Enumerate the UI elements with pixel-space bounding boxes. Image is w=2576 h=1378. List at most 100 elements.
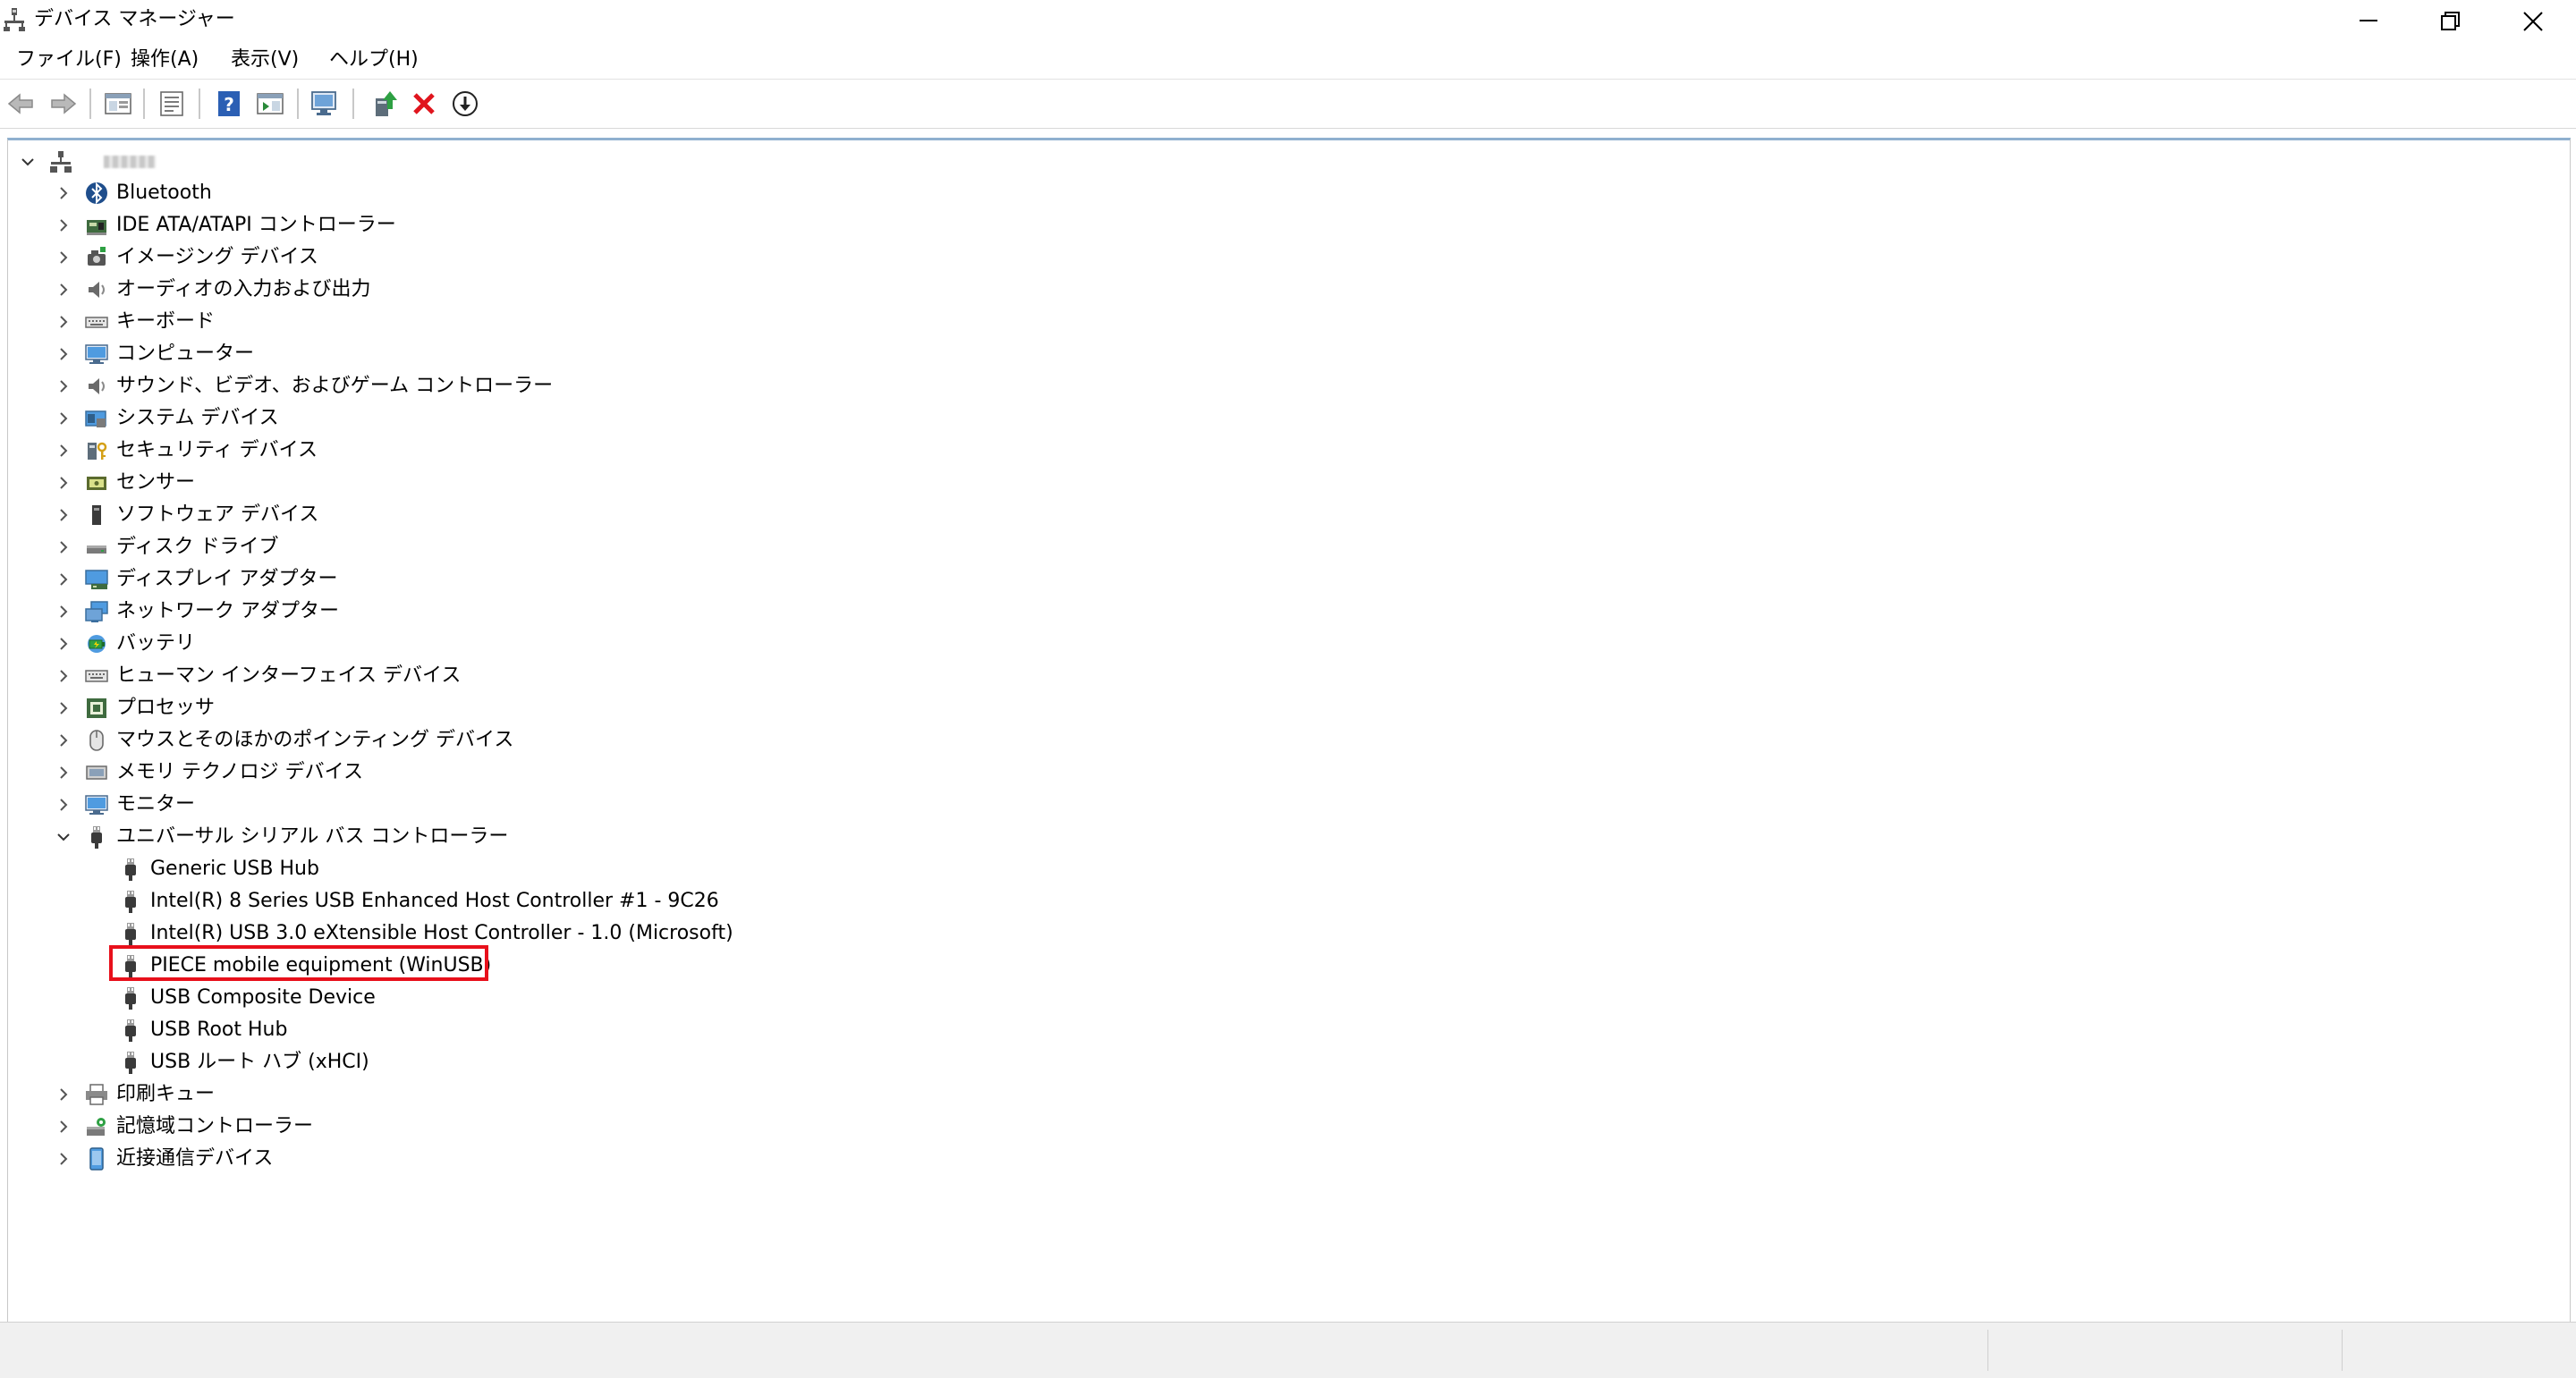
tree-device-1[interactable]: Intel(R) 8 Series USB Enhanced Host Cont… bbox=[54, 886, 1127, 917]
tree-category-21[interactable]: 印刷キュー bbox=[54, 1079, 1127, 1110]
back-arrow-icon[interactable] bbox=[5, 88, 38, 120]
chevron-right-icon[interactable] bbox=[54, 1112, 73, 1142]
uninstall-device-icon[interactable] bbox=[408, 88, 440, 120]
chevron-right-icon[interactable] bbox=[54, 1079, 73, 1110]
chevron-right-icon[interactable] bbox=[54, 275, 73, 305]
chevron-right-icon[interactable] bbox=[54, 210, 73, 241]
tree-category-17[interactable]: マウスとそのほかのポインティング デバイス bbox=[54, 725, 1127, 756]
speaker-icon bbox=[84, 374, 109, 399]
tree-category-2[interactable]: イメージング デバイス bbox=[54, 242, 1127, 273]
tree-category-22[interactable]: 記憶域コントローラー bbox=[54, 1112, 1127, 1142]
chevron-right-icon[interactable] bbox=[54, 725, 73, 756]
status-cell bbox=[1987, 1330, 2343, 1371]
computer-root-icon bbox=[48, 149, 73, 174]
tree-category-6[interactable]: サウンド、ビデオ、およびゲーム コントローラー bbox=[54, 371, 1127, 402]
device-label: Generic USB Hub bbox=[150, 858, 319, 880]
category-label: マウスとそのほかのポインティング デバイス bbox=[116, 729, 514, 751]
chevron-down-icon[interactable] bbox=[54, 822, 73, 852]
device-label: USB Composite Device bbox=[150, 986, 376, 1009]
chevron-right-icon[interactable] bbox=[54, 435, 73, 466]
chevron-right-icon[interactable] bbox=[54, 242, 73, 273]
usb-icon bbox=[84, 824, 109, 850]
chevron-right-icon[interactable] bbox=[54, 371, 73, 402]
enable-device-icon[interactable] bbox=[449, 88, 481, 120]
forward-arrow-icon[interactable] bbox=[47, 88, 79, 120]
processor-icon bbox=[84, 696, 109, 721]
chevron-down-icon[interactable] bbox=[18, 147, 38, 177]
chevron-right-icon[interactable] bbox=[54, 661, 73, 691]
tree-category-20[interactable]: ユニバーサル シリアル バス コントローラー bbox=[54, 822, 1127, 852]
help-icon[interactable]: ? bbox=[213, 88, 245, 120]
tree-device-2[interactable]: Intel(R) USB 3.0 eXtensible Host Control… bbox=[54, 918, 1127, 949]
action-pane-icon[interactable] bbox=[254, 88, 286, 120]
console-tree-icon[interactable] bbox=[102, 88, 134, 120]
tree-category-16[interactable]: プロセッサ bbox=[54, 693, 1127, 723]
minimize-button[interactable] bbox=[2327, 0, 2410, 41]
tree-device-4[interactable]: USB Composite Device bbox=[54, 983, 1127, 1013]
ide-controller-icon bbox=[84, 213, 109, 238]
menu-view[interactable]: 表示(V) bbox=[229, 45, 301, 75]
chevron-right-icon[interactable] bbox=[54, 629, 73, 659]
chevron-right-icon[interactable] bbox=[54, 500, 73, 530]
print-queue-icon bbox=[84, 1082, 109, 1107]
chevron-right-icon[interactable] bbox=[54, 403, 73, 434]
tree-category-14[interactable]: バッテリ bbox=[54, 629, 1127, 659]
tree-category-7[interactable]: システム デバイス bbox=[54, 403, 1127, 434]
chevron-right-icon[interactable] bbox=[54, 757, 73, 788]
restore-button[interactable] bbox=[2410, 0, 2492, 41]
imaging-device-icon bbox=[84, 245, 109, 270]
tree-category-13[interactable]: ネットワーク アダプター bbox=[54, 596, 1127, 627]
chevron-right-icon[interactable] bbox=[54, 1144, 73, 1174]
root-name-redacted bbox=[104, 147, 156, 178]
tree-category-18[interactable]: メモリ テクノロジ デバイス bbox=[54, 757, 1127, 788]
chevron-right-icon[interactable] bbox=[54, 307, 73, 337]
chevron-right-icon[interactable] bbox=[54, 178, 73, 208]
tree-category-0[interactable]: Bluetooth bbox=[54, 178, 1127, 208]
status-bar bbox=[0, 1322, 2576, 1378]
menu-file[interactable]: ファイル(F) bbox=[14, 45, 123, 75]
chevron-right-icon[interactable] bbox=[54, 532, 73, 562]
category-label: ネットワーク アダプター bbox=[116, 600, 339, 622]
update-driver-icon[interactable] bbox=[369, 88, 401, 120]
category-label: メモリ テクノロジ デバイス bbox=[116, 761, 364, 783]
mouse-icon bbox=[84, 728, 109, 753]
properties-icon[interactable] bbox=[156, 88, 188, 120]
tree-category-5[interactable]: コンピューター bbox=[54, 339, 1127, 369]
chevron-right-icon[interactable] bbox=[54, 339, 73, 369]
tree-category-3[interactable]: オーディオの入力および出力 bbox=[54, 275, 1127, 305]
chevron-right-icon[interactable] bbox=[54, 596, 73, 627]
menu-bar: ファイル(F) 操作(A) 表示(V) ヘルプ(H) bbox=[0, 41, 2576, 80]
tree-device-0[interactable]: Generic USB Hub bbox=[54, 854, 1127, 884]
tree-device-highlighted[interactable]: PIECE mobile equipment (WinUSB) bbox=[54, 951, 1127, 981]
menu-action[interactable]: 操作(A) bbox=[129, 45, 200, 75]
category-label: バッテリ bbox=[116, 632, 196, 655]
tree-root[interactable] bbox=[18, 147, 286, 177]
tree-device-5[interactable]: USB Root Hub bbox=[54, 1015, 1127, 1045]
tree-device-6[interactable]: USB ルート ハブ (xHCI) bbox=[54, 1047, 1127, 1078]
chevron-right-icon[interactable] bbox=[54, 564, 73, 595]
tree-category-15[interactable]: ヒューマン インターフェイス デバイス bbox=[54, 661, 1127, 691]
scan-hardware-icon[interactable] bbox=[309, 88, 342, 120]
chevron-right-icon[interactable] bbox=[54, 790, 73, 820]
monitor-icon bbox=[84, 792, 109, 817]
tree-category-4[interactable]: キーボード bbox=[54, 307, 1127, 337]
chevron-right-icon[interactable] bbox=[54, 468, 73, 498]
tree-category-23[interactable]: 近接通信デバイス bbox=[54, 1144, 1127, 1174]
tree-category-19[interactable]: モニター bbox=[54, 790, 1127, 820]
tree-category-9[interactable]: センサー bbox=[54, 468, 1127, 498]
usb-device-icon bbox=[118, 857, 143, 882]
category-label: サウンド、ビデオ、およびゲーム コントローラー bbox=[116, 375, 554, 397]
category-label: キーボード bbox=[116, 310, 216, 333]
tree-category-1[interactable]: IDE ATA/ATAPI コントローラー bbox=[54, 210, 1127, 241]
tree-category-12[interactable]: ディスプレイ アダプター bbox=[54, 564, 1127, 595]
usb-device-icon bbox=[118, 953, 143, 978]
close-button[interactable] bbox=[2492, 0, 2574, 41]
category-label: センサー bbox=[116, 471, 196, 494]
tree-category-11[interactable]: ディスク ドライブ bbox=[54, 532, 1127, 562]
tree-category-10[interactable]: ソフトウェア デバイス bbox=[54, 500, 1127, 530]
menu-help[interactable]: ヘルプ(H) bbox=[327, 45, 420, 75]
chevron-right-icon[interactable] bbox=[54, 693, 73, 723]
memory-icon bbox=[84, 760, 109, 785]
usb-device-icon bbox=[118, 1050, 143, 1075]
tree-category-8[interactable]: セキュリティ デバイス bbox=[54, 435, 1127, 466]
